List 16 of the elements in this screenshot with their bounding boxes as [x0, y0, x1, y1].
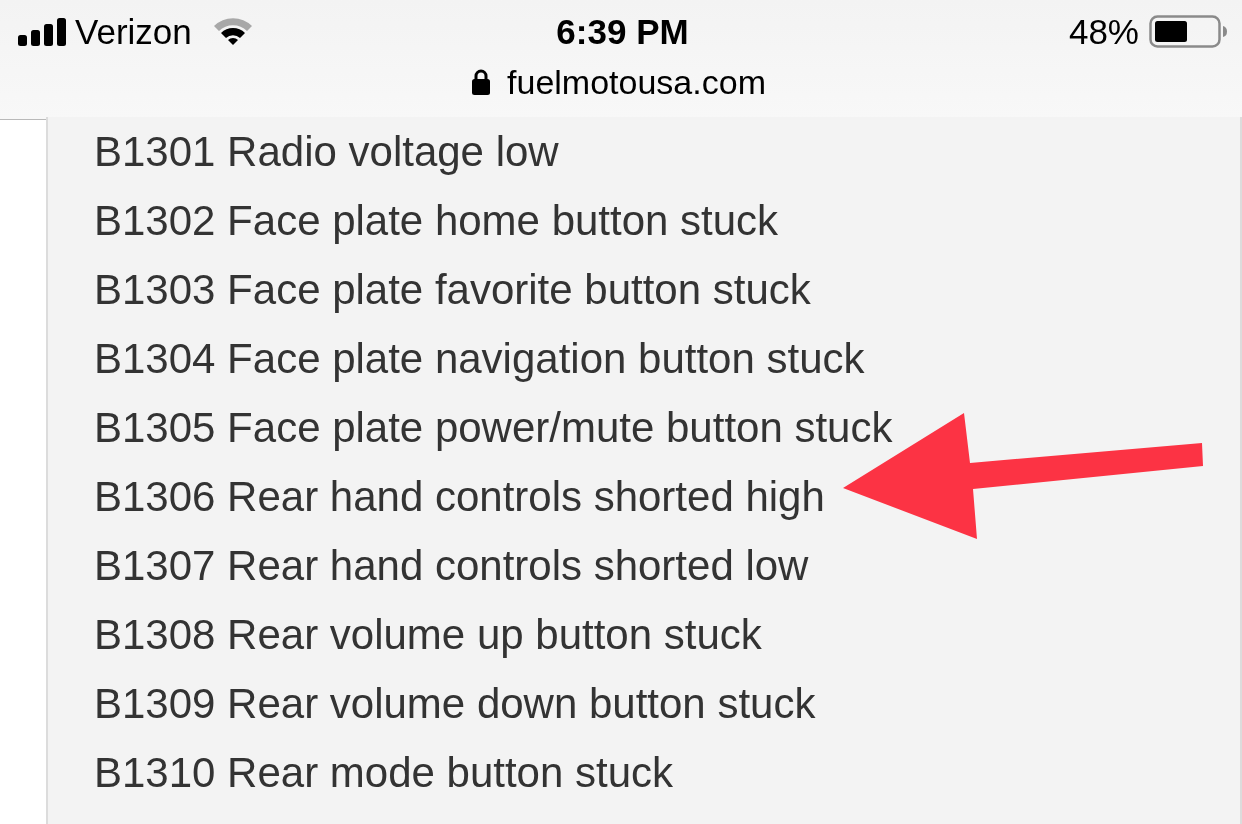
battery-percentage: 48% [1068, 13, 1139, 49]
trouble-code-entry: B1308 Rear volume up button stuck [94, 611, 762, 658]
trouble-code-entry: B1306 Rear hand controls shorted high [94, 473, 825, 520]
trouble-code-entry: B1309 Rear volume down button stuck [94, 680, 816, 727]
signal-icon [18, 18, 66, 46]
battery-icon [1149, 14, 1227, 48]
clock-time: 6:39 PM [556, 13, 689, 49]
page-url[interactable]: fuelmotousa.com [507, 65, 766, 99]
carrier-name: Verizon [75, 13, 192, 49]
trouble-code-entry: B1303 Face plate favorite button stuck [94, 266, 811, 313]
trouble-code-entry: B1307 Rear hand controls shorted low [94, 542, 809, 589]
trouble-code-entry: B1310 Rear mode button stuck [94, 749, 674, 796]
trouble-code-entry: B1301 Radio voltage low [94, 128, 559, 175]
trouble-code-entry: B1302 Face plate home button stuck [94, 197, 779, 244]
trouble-code-entry: B1304 Face plate navigation button stuck [94, 335, 865, 382]
trouble-code-entry: B1305 Face plate power/mute button stuck [94, 404, 893, 451]
